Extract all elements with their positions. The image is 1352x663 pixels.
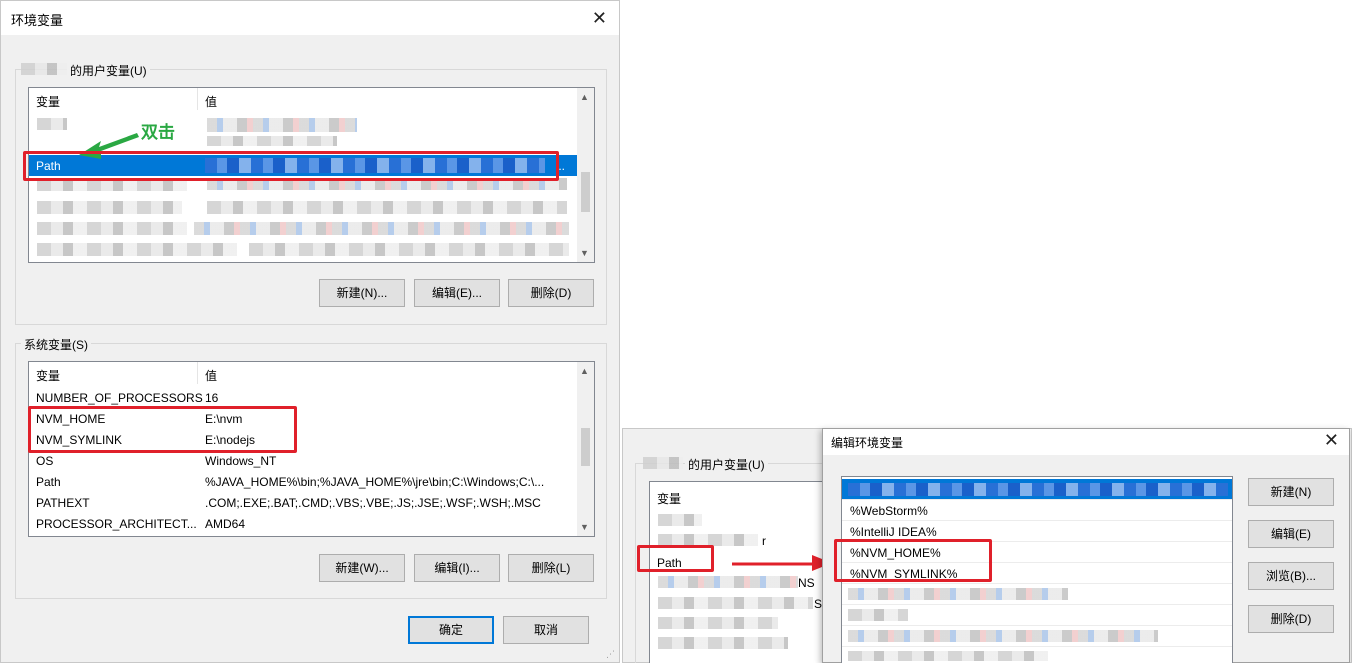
dialog-title: 环境变量 [11,13,64,28]
user-new-button[interactable]: 新建(N)... [319,279,405,307]
scroll-up-icon[interactable]: ▲ [580,366,589,376]
list-header: 变量 值 [29,362,577,384]
table-row[interactable]: PATHEXT .COM;.EXE;.BAT;.CMD;.VBS;.VBE;.J… [29,492,577,513]
system-edit-button[interactable]: 编辑(I)... [414,554,500,582]
row-variable: NUMBER_OF_PROCESSORS [36,391,203,405]
table-row[interactable]: NUMBER_OF_PROCESSORS 16 [29,387,577,408]
scroll-down-icon[interactable]: ▼ [580,522,589,532]
blurred-row [37,118,67,130]
dialog-title: 编辑环境变量 [831,436,904,450]
blurred-row [37,222,187,235]
scroll-down-icon[interactable]: ▼ [580,248,589,258]
highlight-path-row [637,545,714,572]
blurred-row [658,617,778,629]
ok-button[interactable]: 确定 [408,616,494,644]
row-value: AMD64 [205,517,246,531]
system-delete-button[interactable]: 删除(L) [508,554,594,582]
row-variable: Path [36,475,61,489]
blurred-entry [848,609,908,621]
edit-edit-button[interactable]: 编辑(E) [1248,520,1334,548]
row-value: Windows_NT [205,454,277,468]
list-item[interactable] [842,584,1232,605]
env-variables-dialog: 环境变量 ✕ 的用户变量(U) 变量 值 Path ... ▲ ▼ 双击 新建(… [0,0,620,663]
list-item[interactable]: %WebStorm% [842,500,1232,521]
list-item[interactable] [842,647,1232,663]
close-icon[interactable]: ✕ [592,8,607,29]
table-row[interactable]: PROCESSOR_ARCHITECT... AMD64 [29,513,577,534]
header-variable: 变量 [36,369,61,383]
highlight-user-path [23,151,559,181]
blurred-row [37,201,182,214]
title-bar: 环境变量 ✕ [1,1,619,35]
row-value: .COM;.EXE;.BAT;.CMD;.VBS;.VBE;.JS;.JSE;.… [205,496,541,510]
user-edit-button[interactable]: 编辑(E)... [414,279,500,307]
blurred-row [658,576,798,588]
header-variable: 变量 [36,95,61,109]
blurred-username [21,63,67,75]
title-bar: 编辑环境变量 ✕ [823,429,1349,455]
blurred-row [658,597,813,609]
scroll-thumb[interactable] [581,428,590,466]
header-variable: 变量 [657,492,682,506]
table-row[interactable]: Path %JAVA_HOME%\bin;%JAVA_HOME%\jre\bin… [29,471,577,492]
scroll-up-icon[interactable]: ▲ [580,92,589,102]
header-value: 值 [205,95,218,109]
blurred-row [207,136,337,146]
row-fragment: r [762,534,766,548]
user-delete-button[interactable]: 删除(D) [508,279,594,307]
system-new-button[interactable]: 新建(W)... [319,554,405,582]
row-fragment: NS [798,576,815,590]
table-row[interactable]: OS Windows_NT [29,450,577,471]
row-fragment: S [814,597,823,611]
arrow-right-icon [732,555,832,571]
blurred-entry [848,483,1228,496]
user-group-label: 的用户变量(U) [685,456,768,473]
blurred-row [658,514,702,526]
header-value: 值 [205,369,218,383]
blurred-row [658,637,788,649]
blurred-entry [848,651,1048,661]
blurred-entry [848,630,1158,642]
edit-browse-button[interactable]: 浏览(B)... [1248,562,1334,590]
edit-delete-button[interactable]: 删除(D) [1248,605,1334,633]
double-click-annotation: 双击 [141,123,175,142]
scroll-thumb[interactable] [581,172,590,212]
system-group-label: 系统变量(S) [21,336,91,353]
close-icon[interactable]: ✕ [1324,430,1339,451]
list-item[interactable] [842,605,1232,626]
user-group-label: 的用户变量(U) [67,62,150,79]
resize-grip-icon[interactable]: ⋰ [606,649,615,660]
list-item[interactable] [842,479,1232,500]
entry-text: %WebStorm% [850,504,928,518]
row-variable: PATHEXT [36,496,90,510]
blurred-row [207,118,357,132]
user-list-scrollbar[interactable]: ▲ ▼ [577,88,594,262]
blurred-row [194,222,569,235]
blurred-row [207,201,567,214]
row-variable: PROCESSOR_ARCHITECT... [36,517,197,531]
highlight-nvm-entries [834,539,992,582]
row-value: 16 [205,391,219,405]
list-item[interactable] [842,626,1232,647]
edit-new-button[interactable]: 新建(N) [1248,478,1334,506]
cancel-button[interactable]: 取消 [503,616,589,644]
blurred-entry [848,588,1068,600]
system-list-scrollbar[interactable]: ▲ ▼ [577,362,594,536]
blurred-row [249,243,569,256]
row-value: %JAVA_HOME%\bin;%JAVA_HOME%\jre\bin;C:\W… [205,475,545,489]
entry-text: %IntelliJ IDEA% [850,525,937,539]
blurred-row [37,180,187,191]
blurred-username [643,457,683,469]
blurred-row [37,243,237,256]
list-header: 变量 值 [29,88,577,110]
row-variable: OS [36,454,54,468]
highlight-nvm-vars [28,406,297,453]
